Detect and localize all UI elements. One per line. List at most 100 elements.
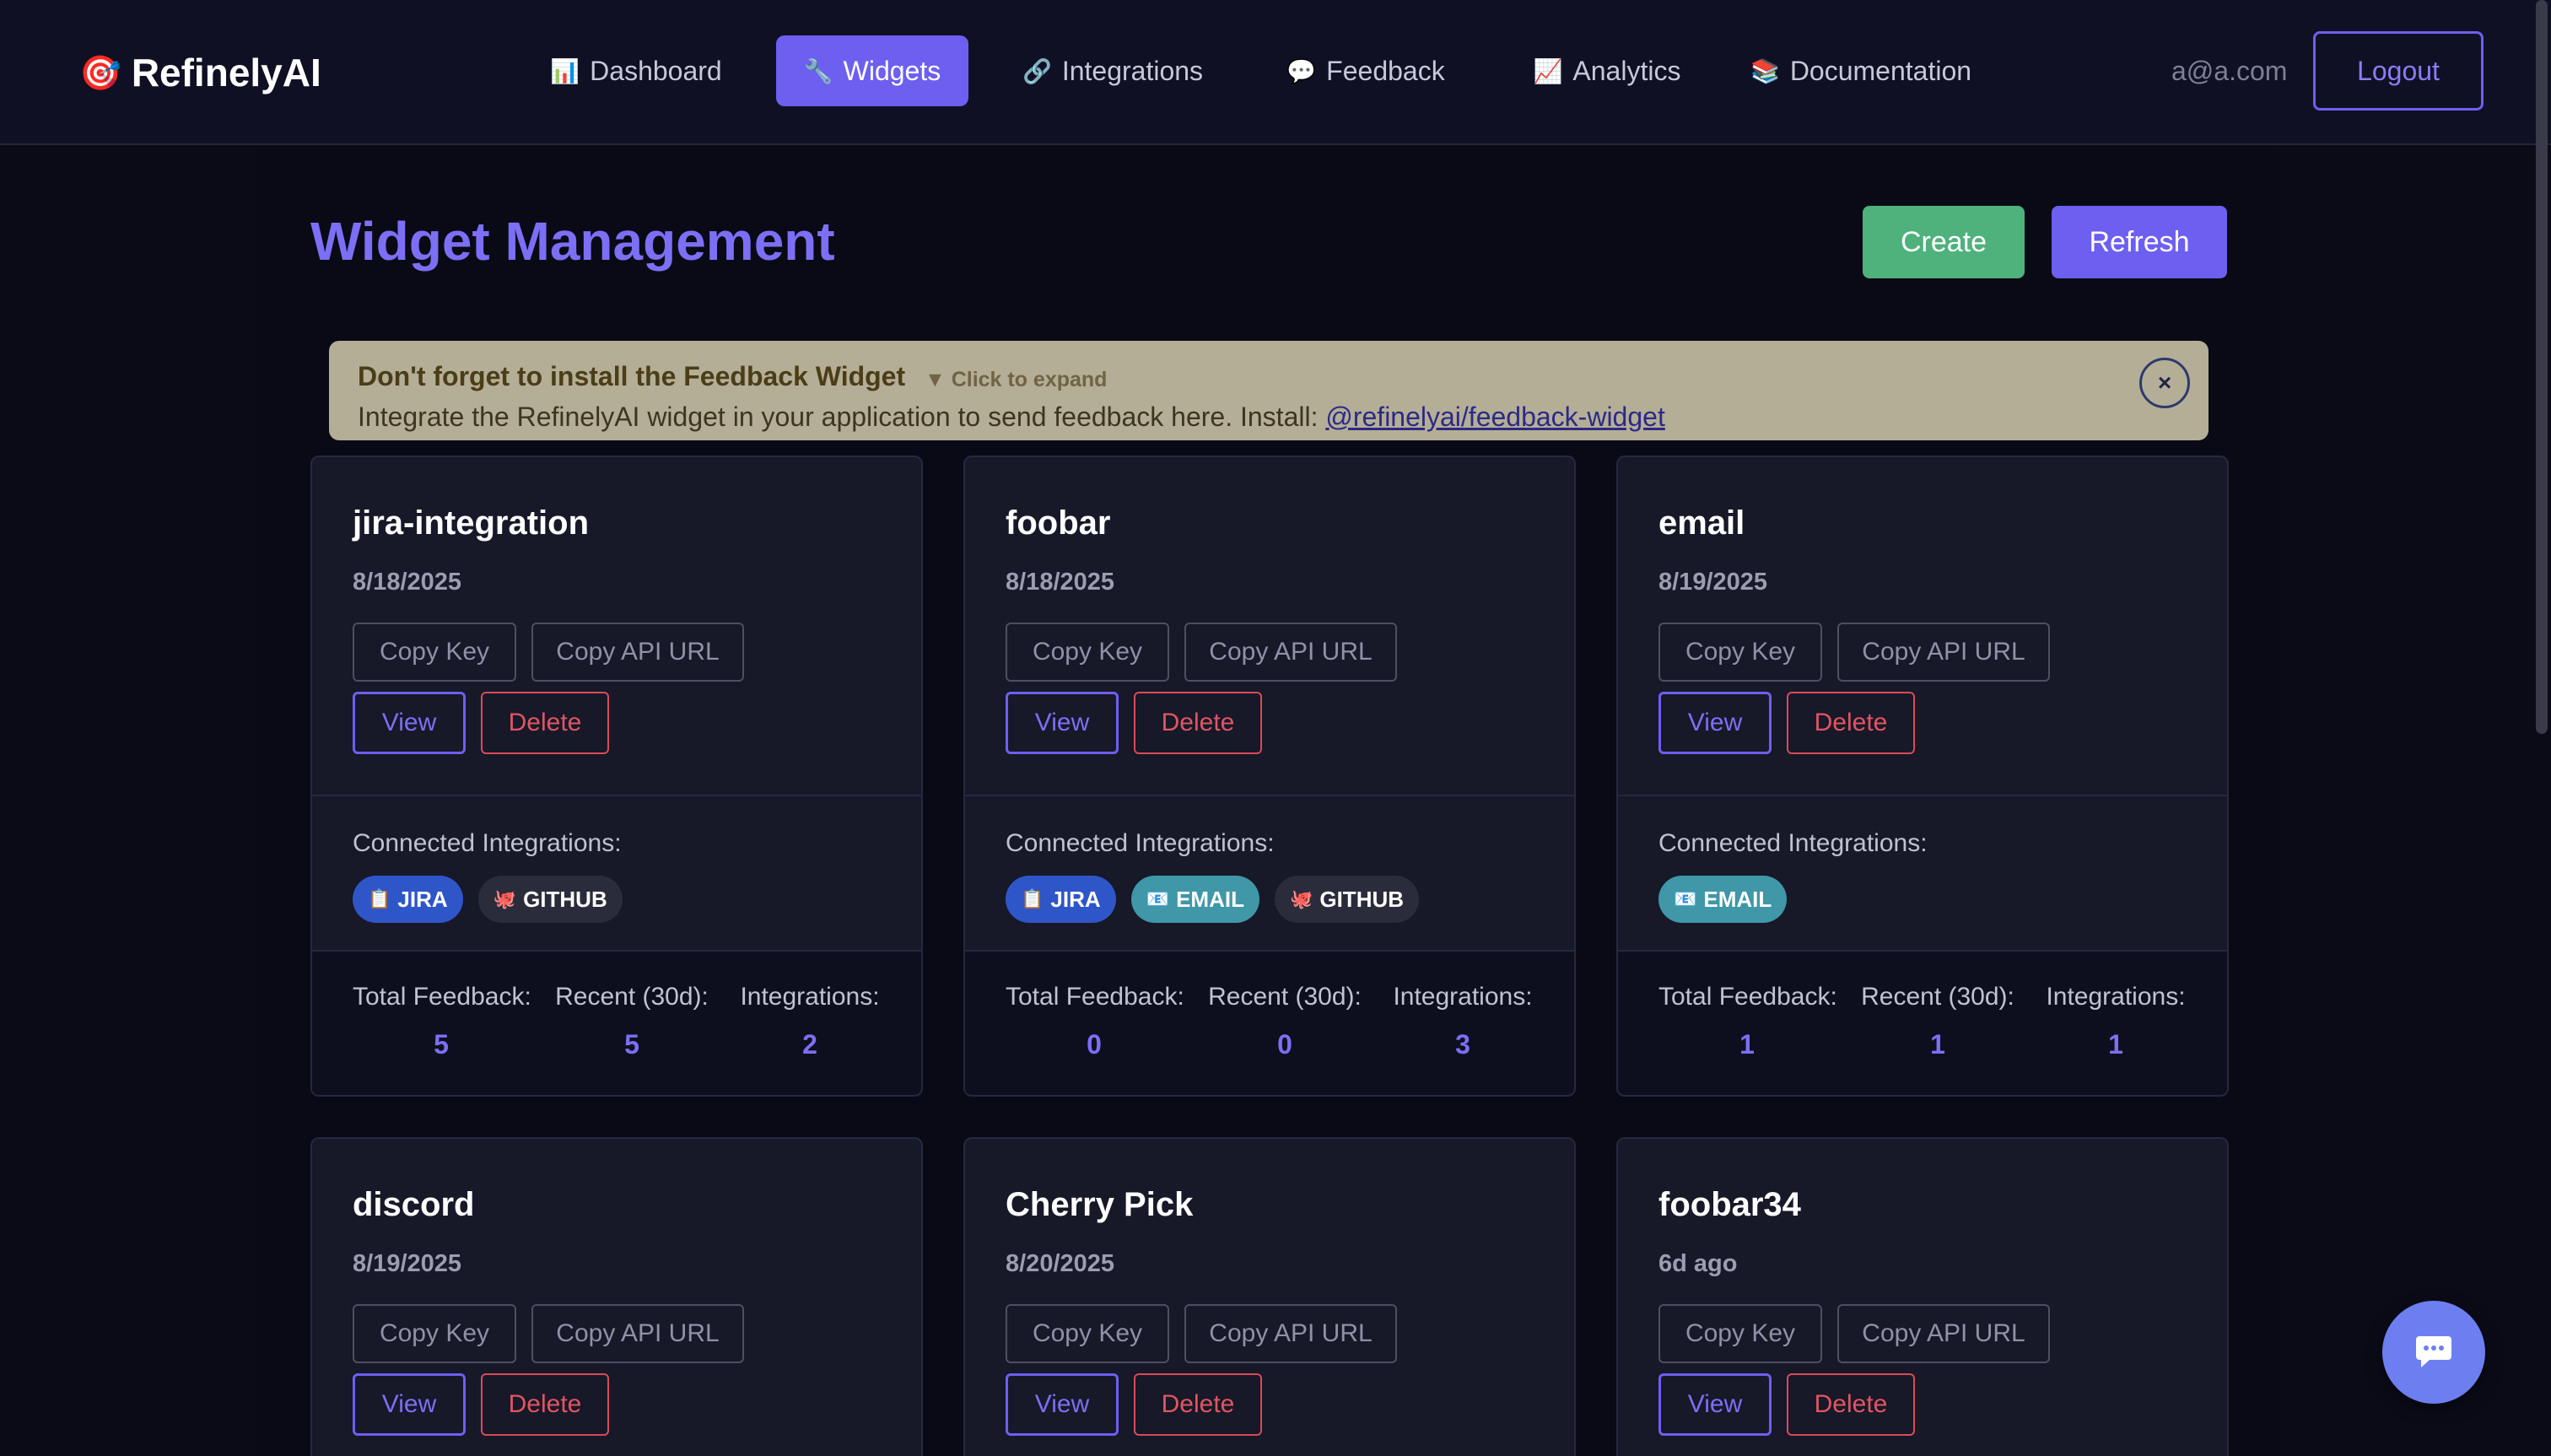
copy-key-button[interactable]: Copy Key [1006,623,1169,682]
speech-bubble-icon: 💬 [1286,57,1317,84]
copy-api-url-button[interactable]: Copy API URL [1184,623,1397,682]
nav-label: Dashboard [590,55,722,86]
view-button[interactable]: View [353,1373,466,1436]
stat-label-total: Total Feedback: [353,983,531,1011]
widget-name: foobar [1006,504,1111,542]
logout-button[interactable]: Logout [2313,31,2484,111]
nav-label: Feedback [1326,55,1445,86]
stat-label-integrations: Integrations: [1393,983,1533,1011]
chip-label: EMAIL [1176,886,1244,912]
delete-button[interactable]: Delete [1787,1373,1915,1436]
connected-integrations-label: Connected Integrations: [353,829,622,857]
delete-button[interactable]: Delete [1134,692,1262,754]
view-button[interactable]: View [1658,692,1772,754]
chip-label: EMAIL [1703,886,1772,912]
copy-api-url-button[interactable]: Copy API URL [1184,1304,1397,1363]
stat-label-recent: Recent (30d): [1208,983,1362,1011]
integration-chip-email: 📧 EMAIL [1658,876,1788,923]
nav-widgets[interactable]: 🔧 Widgets [776,35,968,106]
widget-date: 8/18/2025 [353,569,462,596]
link-icon: 🔗 [1022,57,1052,84]
connected-integrations-label: Connected Integrations: [1658,829,1928,857]
nav-analytics[interactable]: 📈 Analytics [1512,35,1702,106]
widget-name: foobar34 [1658,1186,1801,1223]
clipboard-icon: 📋 [368,888,391,909]
banner-package-link[interactable]: @refinelyai/feedback-widget [1325,402,1664,432]
view-button[interactable]: View [1006,1373,1119,1436]
nav-feedback[interactable]: 💬 Feedback [1269,35,1463,106]
nav-label: Analytics [1572,55,1681,86]
widget-card: discord 8/19/2025 Copy Key Copy API URL … [310,1137,923,1456]
page-scrollbar[interactable] [2536,0,2548,734]
integration-chip-github: 🐙 GITHUB [1274,876,1420,923]
target-icon: 🎯 [79,54,121,92]
widget-date: 8/19/2025 [353,1250,462,1277]
widget-name: discord [353,1186,475,1223]
copy-key-button[interactable]: Copy Key [1658,1304,1822,1363]
create-button[interactable]: Create [1863,206,2025,278]
widget-date: 8/20/2025 [1006,1250,1115,1277]
octopus-icon: 🐙 [493,888,517,909]
delete-button[interactable]: Delete [481,1373,609,1436]
octopus-icon: 🐙 [1289,888,1313,909]
widget-card: foobar 8/18/2025 Copy Key Copy API URL V… [963,456,1576,1097]
copy-api-url-button[interactable]: Copy API URL [1837,623,2050,682]
nav-dashboard[interactable]: 📊 Dashboard [537,35,736,106]
stat-value-recent: 1 [1930,1029,1945,1060]
stat-value-total: 1 [1739,1029,1755,1060]
copy-key-button[interactable]: Copy Key [1658,623,1822,682]
widget-name: jira-integration [353,504,590,542]
chip-label: JIRA [397,886,448,912]
stat-label-recent: Recent (30d): [1861,983,2014,1011]
bar-chart-icon: 📊 [550,57,580,84]
integration-chip-jira: 📋 JIRA [353,876,463,923]
stat-value-integrations: 1 [2108,1029,2123,1060]
chat-bubble-icon [2416,1336,2451,1367]
connected-integrations-label: Connected Integrations: [1006,829,1275,857]
integration-chip-email: 📧 EMAIL [1130,876,1259,923]
nav-integrations[interactable]: 🔗 Integrations [1009,35,1216,106]
stat-value-integrations: 3 [1455,1029,1470,1060]
nav-documentation[interactable]: 📚 Documentation [1738,35,1984,106]
copy-api-url-button[interactable]: Copy API URL [531,623,744,682]
copy-api-url-button[interactable]: Copy API URL [531,1304,744,1363]
delete-button[interactable]: Delete [481,692,609,754]
widget-card: Cherry Pick 8/20/2025 Copy Key Copy API … [963,1137,1576,1456]
chip-label: JIRA [1050,886,1101,912]
stat-value-recent: 5 [624,1029,639,1060]
widget-date: 8/18/2025 [1006,569,1115,596]
widget-card: email 8/19/2025 Copy Key Copy API URL Vi… [1616,456,2229,1097]
clipboard-icon: 📋 [1021,888,1044,909]
trend-chart-icon: 📈 [1533,57,1563,84]
delete-button[interactable]: Delete [1134,1373,1262,1436]
brand-logo[interactable]: 🎯 RefinelyAI [79,47,321,98]
books-icon: 📚 [1750,57,1780,84]
banner-title: Don't forget to install the Feedback Wid… [358,361,906,391]
stat-label-total: Total Feedback: [1006,983,1184,1011]
stat-label-total: Total Feedback: [1658,983,1837,1011]
install-widget-banner[interactable]: Don't forget to install the Feedback Wid… [329,341,2209,440]
copy-api-url-button[interactable]: Copy API URL [1837,1304,2050,1363]
envelope-icon: 📧 [1674,888,1697,909]
copy-key-button[interactable]: Copy Key [353,1304,516,1363]
widget-date: 6d ago [1658,1250,1738,1277]
copy-key-button[interactable]: Copy Key [353,623,516,682]
close-icon[interactable]: × [2139,358,2190,408]
banner-text: Integrate the RefinelyAI widget in your … [358,400,1665,434]
view-button[interactable]: View [1006,692,1119,754]
chat-launcher-button[interactable] [2382,1301,2485,1404]
nav-label: Documentation [1789,55,1972,86]
top-navbar: 🎯 RefinelyAI 📊 Dashboard 🔧 Widgets 🔗 Int… [0,0,2551,145]
wrench-icon: 🔧 [803,57,833,84]
banner-description: Integrate the RefinelyAI widget in your … [358,402,1326,432]
stat-value-total: 0 [1087,1029,1102,1060]
user-email: a@a.com [2171,56,2288,86]
view-button[interactable]: View [1658,1373,1772,1436]
nav-label: Integrations [1061,55,1204,86]
view-button[interactable]: View [353,692,466,754]
refresh-button[interactable]: Refresh [2052,206,2227,278]
banner-expand-toggle[interactable]: ▼ Click to expand [925,364,1107,395]
copy-key-button[interactable]: Copy Key [1006,1304,1169,1363]
envelope-icon: 📧 [1146,888,1170,909]
delete-button[interactable]: Delete [1787,692,1915,754]
